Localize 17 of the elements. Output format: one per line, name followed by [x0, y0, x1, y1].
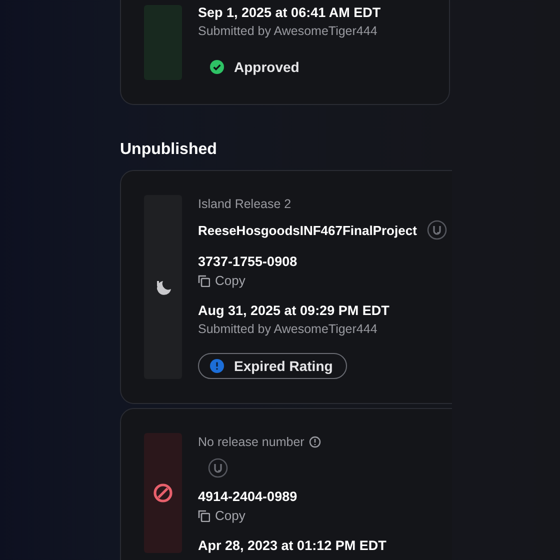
submission-date: Apr 28, 2023 at 01:12 PM EDT [198, 538, 386, 553]
section-title: Unpublished [120, 141, 218, 159]
release-label: Island Release 2 [198, 197, 292, 211]
submission-date: Aug 31, 2025 at 09:29 PM EDT [198, 303, 390, 318]
project-title: ReeseHosgoodsINF467FinalProject [198, 222, 417, 238]
copy-button[interactable]: Copy [198, 273, 246, 288]
submitter-text: Submitted by AwesomeTiger444 [198, 24, 378, 38]
copy-icon [198, 274, 210, 286]
submitter-text: Submitted by AwesomeTiger444 [198, 322, 378, 336]
status-label: Expired Rating [234, 358, 333, 374]
island-code: 4914-2404-0989 [198, 489, 298, 504]
status-label: Approved [234, 59, 300, 75]
copy-button[interactable]: Copy [198, 508, 246, 523]
copy-icon [198, 510, 210, 522]
submission-date: Sep 1, 2025 at 06:41 AM EDT [198, 5, 381, 20]
release-label: No release number [198, 435, 304, 449]
island-code: 3737-1755-0908 [198, 254, 298, 269]
